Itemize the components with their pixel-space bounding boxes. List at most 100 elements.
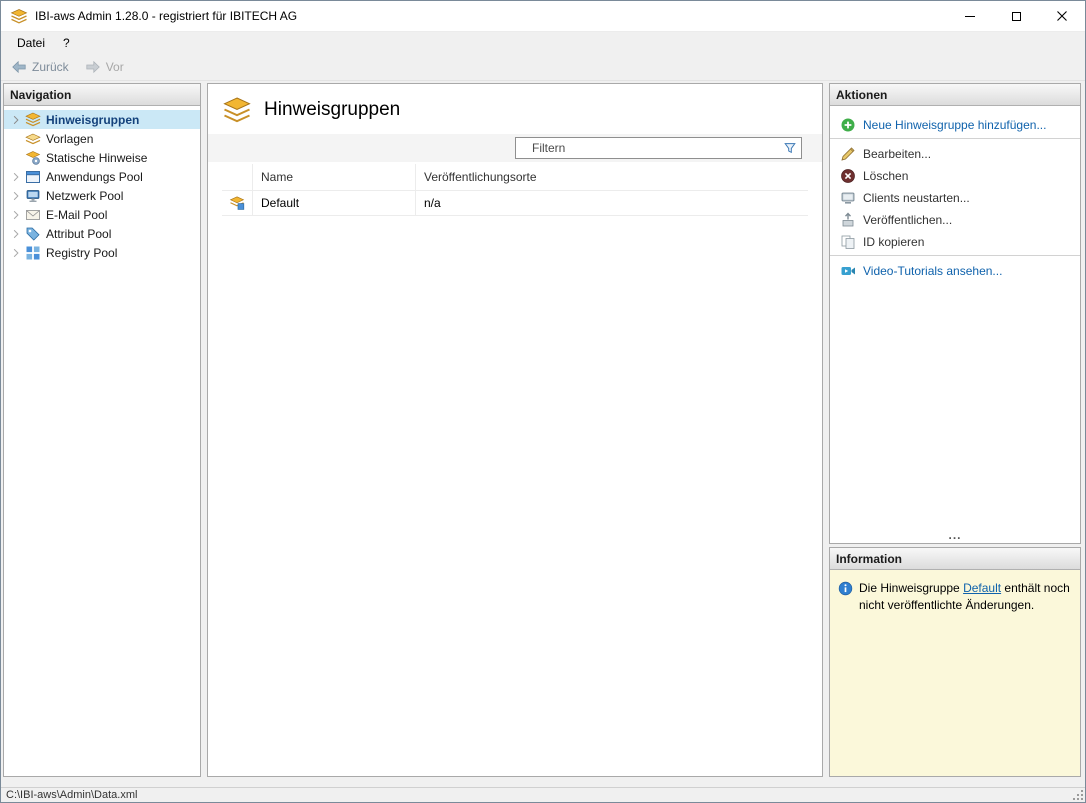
window-title: IBI-aws Admin 1.28.0 - registriert für I… — [35, 9, 298, 23]
expander-chevron-icon[interactable] — [9, 248, 23, 258]
page-title: Hinweisgruppen — [264, 99, 401, 120]
actions-panel: Aktionen Neue Hinweisgruppe hinzufügen..… — [829, 83, 1081, 544]
action-label: Löschen — [863, 169, 909, 183]
menu-help[interactable]: ? — [54, 33, 79, 53]
actions-separator — [830, 255, 1080, 256]
resize-grip[interactable] — [1072, 789, 1084, 801]
information-header: Information — [830, 548, 1080, 570]
column-header-veroeffentlichungsorte[interactable]: Veröffentlichungsorte — [415, 164, 808, 190]
navigation-tree: Hinweisgruppen Vorlagen Statische Hinwei… — [4, 106, 200, 262]
sidebar-item-registry-pool[interactable]: Registry Pool — [4, 243, 200, 262]
vorlagen-icon — [25, 131, 41, 147]
filter-funnel-icon[interactable] — [783, 141, 797, 155]
sidebar-item-netzwerk-pool[interactable]: Netzwerk Pool — [4, 186, 200, 205]
sidebar-item-email-pool[interactable]: E-Mail Pool — [4, 205, 200, 224]
information-panel: Information Die Hinweisgruppe Default en… — [829, 547, 1081, 777]
actions-header: Aktionen — [830, 84, 1080, 106]
maximize-button[interactable] — [993, 1, 1039, 31]
statusbar-data-path: C:\IBI-aws\Admin\Data.xml — [6, 789, 138, 801]
minimize-button[interactable] — [947, 1, 993, 31]
app-window: IBI-aws Admin 1.28.0 - registriert für I… — [0, 0, 1086, 803]
titlebar: IBI-aws Admin 1.28.0 - registriert für I… — [1, 1, 1085, 32]
action-label: Veröffentlichen... — [863, 213, 953, 227]
column-header-name[interactable]: Name — [252, 164, 415, 190]
action-label: Neue Hinweisgruppe hinzufügen... — [863, 118, 1047, 132]
email-pool-icon — [25, 207, 41, 223]
information-message: Die Hinweisgruppe Default enthält noch n… — [859, 580, 1072, 615]
sidebar-item-label: Anwendungs Pool — [46, 169, 143, 184]
action-neue-hinweisgruppe[interactable]: Neue Hinweisgruppe hinzufügen... — [830, 114, 1080, 136]
forward-button[interactable]: Vor — [80, 56, 133, 78]
information-default-link[interactable]: Default — [963, 581, 1001, 595]
window-controls — [947, 1, 1085, 31]
sidebar-item-label: Hinweisgruppen — [46, 112, 140, 127]
sidebar-item-label: Attribut Pool — [46, 226, 112, 241]
menubar: Datei ? — [1, 32, 1085, 54]
statusbar: C:\IBI-aws\Admin\Data.xml — [1, 787, 1085, 802]
close-button[interactable] — [1039, 1, 1085, 31]
navigation-header: Navigation — [4, 84, 200, 106]
action-video-tutorials[interactable]: Video-Tutorials ansehen... — [830, 260, 1080, 282]
content-header: Hinweisgruppen — [208, 84, 822, 134]
navigation-panel: Navigation Hinweisgruppen Vorlagen Stati… — [3, 83, 201, 777]
sidebar-item-label: Registry Pool — [46, 245, 118, 260]
netzwerk-pool-icon — [25, 188, 41, 204]
action-label: Bearbeiten... — [863, 147, 932, 161]
hinweisgruppe-row-icon — [229, 195, 245, 211]
sidebar-item-hinweisgruppen[interactable]: Hinweisgruppen — [4, 110, 200, 129]
back-button[interactable]: Zurück — [6, 56, 78, 78]
anwendungs-pool-icon — [25, 169, 41, 185]
add-icon — [840, 117, 856, 133]
sidebar-item-label: Statische Hinweise — [46, 150, 148, 165]
action-clients-neustarten[interactable]: Clients neustarten... — [830, 187, 1080, 209]
filter-bar — [208, 134, 822, 162]
action-bearbeiten[interactable]: Bearbeiten... — [830, 143, 1080, 165]
expander-chevron-icon[interactable] — [9, 191, 23, 201]
table-header-row: Name Veröffentlichungsorte — [222, 164, 808, 191]
menu-datei[interactable]: Datei — [8, 33, 54, 53]
expander-chevron-icon[interactable] — [9, 115, 23, 125]
actions-list: Neue Hinweisgruppe hinzufügen... Bearbei… — [830, 106, 1080, 543]
action-label: ID kopieren — [863, 235, 925, 249]
table-row[interactable]: Default n/a — [222, 191, 808, 216]
info-icon — [838, 581, 853, 596]
sidebar-item-attribut-pool[interactable]: Attribut Pool — [4, 224, 200, 243]
sidebar-item-anwendungs-pool[interactable]: Anwendungs Pool — [4, 167, 200, 186]
information-message-start: Die Hinweisgruppe — [859, 581, 964, 595]
hinweisgruppen-page-icon — [222, 96, 252, 124]
column-header-icon — [222, 164, 252, 190]
restart-clients-icon — [840, 190, 856, 206]
row-veroeffentlichungsorte: n/a — [415, 191, 808, 215]
expander-chevron-icon[interactable] — [9, 172, 23, 182]
expander-chevron-icon[interactable] — [9, 229, 23, 239]
forward-arrow-icon — [85, 59, 101, 75]
minimize-icon — [965, 15, 975, 17]
action-label: Video-Tutorials ansehen... — [863, 264, 1003, 278]
sidebar-item-statische-hinweise[interactable]: Statische Hinweise — [4, 148, 200, 167]
app-icon — [10, 8, 28, 24]
toolbar: Zurück Vor — [1, 54, 1085, 81]
video-tutorials-icon — [840, 263, 856, 279]
filter-input[interactable] — [515, 137, 802, 159]
action-loeschen[interactable]: Löschen — [830, 165, 1080, 187]
action-label: Clients neustarten... — [863, 191, 970, 205]
sidebar-item-vorlagen[interactable]: Vorlagen — [4, 129, 200, 148]
main-body: Navigation Hinweisgruppen Vorlagen Stati… — [1, 81, 1085, 787]
statische-hinweise-icon — [25, 150, 41, 166]
information-content: Die Hinweisgruppe Default enthält noch n… — [830, 570, 1080, 776]
delete-icon — [840, 168, 856, 184]
panel-splitter-handle[interactable]: ... — [830, 529, 1080, 543]
expander-chevron-icon[interactable] — [9, 210, 23, 220]
sidebar-item-label: Netzwerk Pool — [46, 188, 124, 203]
sidebar-item-label: Vorlagen — [46, 131, 94, 146]
row-icon-cell — [222, 191, 252, 215]
maximize-icon — [1011, 11, 1021, 21]
filter-box — [515, 137, 802, 159]
action-id-kopieren[interactable]: ID kopieren — [830, 231, 1080, 253]
action-veroeffentlichen[interactable]: Veröffentlichen... — [830, 209, 1080, 231]
right-column: Aktionen Neue Hinweisgruppe hinzufügen..… — [829, 83, 1081, 777]
forward-label: Vor — [105, 60, 124, 74]
edit-pencil-icon — [840, 146, 856, 162]
row-name: Default — [252, 191, 415, 215]
actions-separator — [830, 138, 1080, 139]
